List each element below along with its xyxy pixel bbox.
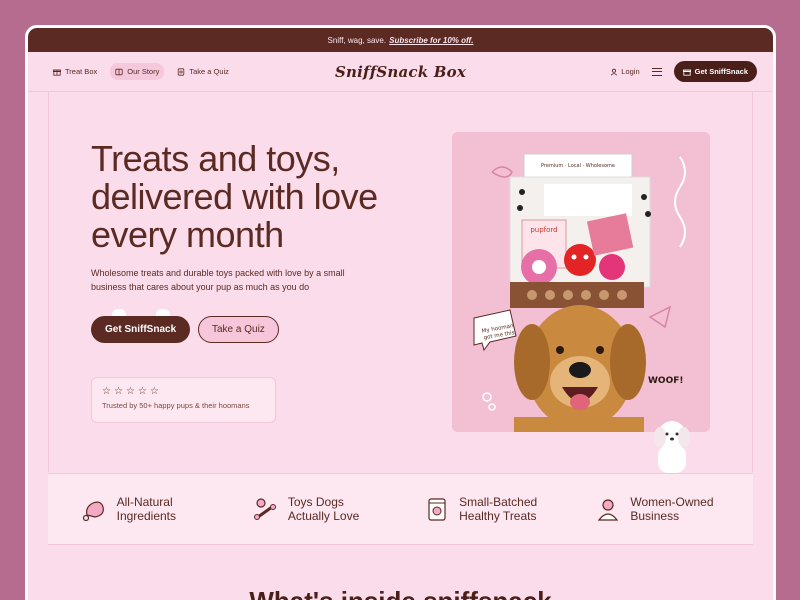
star-icon: ☆ [149,386,159,397]
brand-logo[interactable]: SniffSnack Box [335,63,466,81]
features-strip: All-Natural Ingredients Toys Dogs Actual… [48,473,753,545]
feature-item: All-Natural Ingredients [81,495,207,523]
woman-icon [598,499,619,521]
announcement-bar: Sniff, wag, save. Subscribe for 10% off. [28,28,773,52]
star-icon: ☆ [113,386,123,397]
bone-toy-icon [253,498,276,520]
feature-item: Women-Owned Business [594,495,720,523]
user-icon [611,68,618,75]
star-icon: ☆ [102,386,111,397]
hero-image: Premium · Local · Wholesome Take A Sniff… [452,132,710,432]
dog-mascot-icon [654,421,690,473]
nav-treat-box[interactable]: Treat Box [48,63,102,80]
chicken-leg-icon [82,501,104,522]
login-link[interactable]: Login [610,67,640,76]
treat-bag-icon [428,498,446,521]
trust-card: ☆ ☆ ☆ ☆ ☆ Trusted by 50+ happy pups & their … [91,377,276,423]
top-nav: Treat Box Our Story Take a Quiz SniffSna… [28,52,773,92]
svg-text:WOOF!: WOOF! [648,376,683,386]
feature-item: Small-Batched Healthy Treats [423,495,549,523]
nav-our-story[interactable]: Our Story [110,63,165,80]
rating-stars: ☆ ☆ ☆ ☆ ☆ [102,386,265,397]
announcement-text: Sniff, wag, save. [327,35,387,45]
nav-take-quiz[interactable]: Take a Quiz [172,63,234,80]
list-icon [178,67,185,76]
hero-subtitle: Wholesome treats and durable toys packed… [91,268,345,292]
hero-section: Treats and toys, delivered with love eve… [28,92,773,473]
star-icon: ☆ [125,386,135,397]
menu-icon[interactable] [651,67,662,76]
svg-text:pupford: pupford [530,226,557,234]
feature-item: Toys Dogs Actually Love [252,495,378,523]
svg-text:Premium · Local · Wholesome: Premium · Local · Wholesome [541,163,615,169]
book-icon [115,68,123,75]
subscribe-link[interactable]: Subscribe for 10% off. [389,36,473,45]
gift-icon [682,69,691,76]
star-icon: ☆ [137,386,147,397]
hero-get-sniffsnack-button[interactable]: Get SniffSnack [91,316,191,343]
section-title: What's inside sniffsnack [28,586,773,600]
hero-take-quiz-button[interactable]: Take a Quiz [198,316,279,343]
page-frame: Sniff, wag, save. Subscribe for 10% off.… [25,25,776,600]
gift-icon [53,69,61,76]
nav-get-sniffsnack-button[interactable]: Get SniffSnack [673,61,757,82]
hero-title: Treats and toys, delivered with love eve… [91,138,378,255]
trust-text: Trusted by 50+ happy pups & their hooman… [102,401,250,410]
